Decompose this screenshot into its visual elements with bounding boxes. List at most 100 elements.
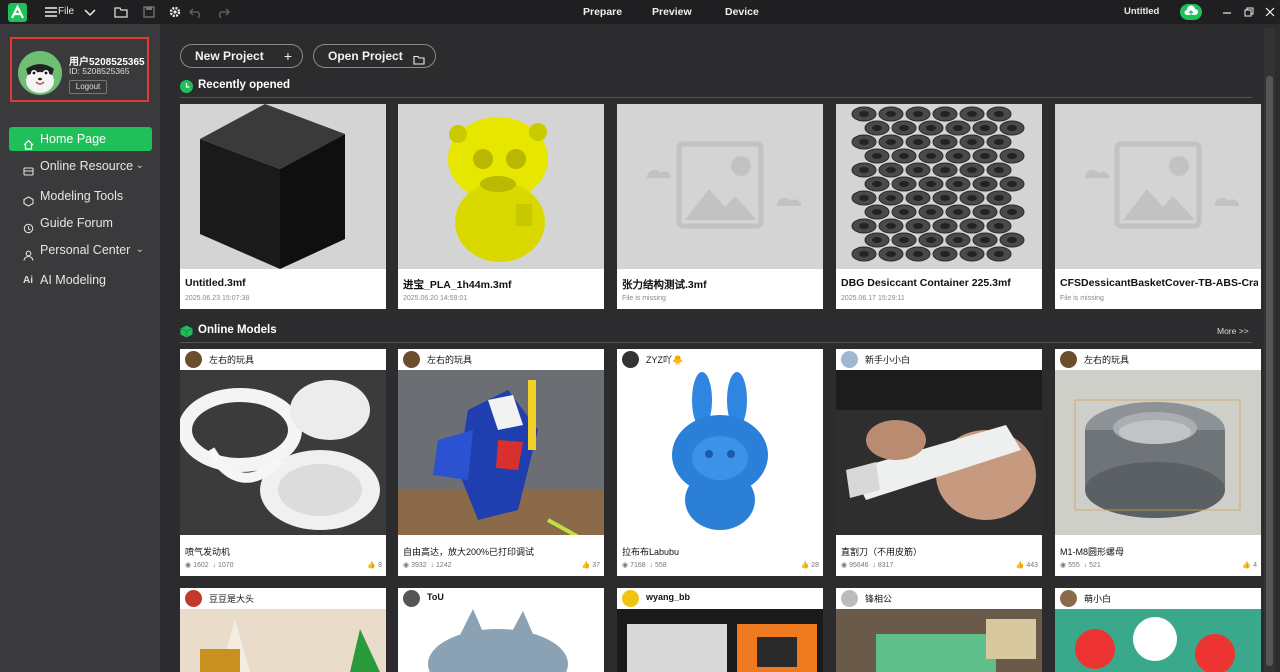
container-hole: [980, 181, 990, 187]
title-bar: File Prepare Preview Device Untitled: [0, 0, 1280, 24]
container-hole: [994, 139, 1004, 145]
redo-icon[interactable]: [216, 5, 230, 19]
avatar[interactable]: [18, 51, 62, 95]
views-count: 1602: [193, 562, 209, 569]
online-model-card[interactable]: 豆豆是大头: [180, 588, 386, 672]
new-project-button[interactable]: New Project +: [180, 44, 303, 68]
author-name: 豆豆是大头: [209, 594, 255, 604]
container-hole: [886, 111, 896, 117]
container-hole: [1007, 125, 1017, 131]
container-hole: [980, 125, 990, 131]
likes[interactable]: 👍 4: [1242, 561, 1257, 569]
container-hole: [967, 111, 977, 117]
model-image: [1055, 609, 1261, 672]
container-hole: [899, 181, 909, 187]
downloads-count: 558: [654, 562, 667, 569]
open-project-label: Open Project: [328, 49, 403, 63]
container-hole: [859, 195, 869, 201]
chevron-down-icon[interactable]: [83, 5, 97, 19]
online-model-card[interactable]: 锋相公: [836, 588, 1042, 672]
minimize-icon[interactable]: [1220, 5, 1234, 19]
online-model-card[interactable]: wyang_bb: [617, 588, 823, 672]
tab-prepare[interactable]: Prepare: [583, 0, 622, 24]
recent-project-card[interactable]: DBG Desiccant Container 225.3mf 2025.06.…: [836, 104, 1042, 309]
user-card[interactable]: 用户5208525365 ID: 5208525365 Logout: [10, 37, 149, 102]
model-image: [180, 370, 386, 535]
cloud-upload-icon[interactable]: [1180, 4, 1202, 20]
undo-icon[interactable]: [189, 5, 203, 19]
model-stats: ◉ 3932 ↓ 1242: [403, 562, 452, 569]
likes[interactable]: 👍 28: [801, 561, 819, 569]
sidebar-item-online-resource[interactable]: Online Resource ⌄: [9, 154, 152, 178]
container-hole: [953, 237, 963, 243]
model-stats: ◉ 555 ↓ 521: [1060, 562, 1101, 569]
tab-device[interactable]: Device: [725, 0, 759, 24]
gear-icon[interactable]: [168, 5, 182, 19]
logout-button[interactable]: Logout: [69, 80, 107, 94]
project-date: 2025.06.17 15:29:11: [841, 295, 905, 302]
avatar: [1060, 351, 1077, 368]
restore-icon[interactable]: [1242, 5, 1256, 19]
sidebar-item-home[interactable]: Home Page: [9, 127, 152, 151]
container-hole: [886, 139, 896, 145]
globe-icon: [23, 161, 34, 176]
recent-project-card[interactable]: 进宝_PLA_1h44m.3mf 2025.06.20 14:59:01: [398, 104, 604, 309]
scrollbar[interactable]: [1266, 76, 1273, 666]
recent-project-card[interactable]: 张力结构测试.3mf File is missing: [617, 104, 823, 309]
sidebar-item-modeling-tools[interactable]: Modeling Tools: [9, 184, 152, 208]
open-folder-icon[interactable]: [114, 5, 128, 19]
likes[interactable]: 👍 37: [582, 561, 600, 569]
likes[interactable]: 👍 8: [367, 561, 382, 569]
downloads-count: 1070: [217, 562, 234, 569]
recent-project-card[interactable]: Untitled.3mf 2025.06.23 15:07:38: [180, 104, 386, 309]
model-stats: ◉ 7168 ↓ 558: [622, 562, 667, 569]
sidebar-item-personal-center[interactable]: Personal Center ⌄: [9, 238, 152, 262]
model-author: ToU: [398, 588, 604, 609]
container-hole: [994, 223, 1004, 229]
container-hole: [899, 153, 909, 159]
sidebar-item-label: AI Modeling: [40, 273, 107, 287]
container-hole: [967, 139, 977, 145]
online-model-card[interactable]: ZYZ吖🐥 拉布布Labubu ◉ 7168 ↓ 558 👍 28: [617, 349, 823, 576]
sidebar-item-guide-forum[interactable]: Guide Forum: [9, 211, 152, 235]
project-status: File is missing: [622, 295, 666, 302]
online-model-card[interactable]: 左右的玩具 M1-M8圆形螺母 ◉ 555 ↓ 521 👍 4: [1055, 349, 1261, 576]
sidebar-item-ai-modeling[interactable]: Ai AI Modeling: [9, 268, 152, 292]
avatar: [622, 590, 639, 607]
online-model-card[interactable]: 左右的玩具 自由高达，放大200%已打印调试 ◉ 3932 ↓ 1242 👍 3…: [398, 349, 604, 576]
model-image: [1055, 370, 1261, 535]
online-model-card[interactable]: 新手小小白 直割刀（不用皮筋） ◉ 95646 ↓ 8317 👍 443: [836, 349, 1042, 576]
views-count: 3932: [411, 562, 427, 569]
user-id: ID: 5208525365: [69, 66, 130, 76]
online-model-card[interactable]: ToU: [398, 588, 604, 672]
project-name: 张力结构测试.3mf: [622, 279, 707, 291]
model-author: 锋相公: [836, 588, 1042, 609]
file-menu[interactable]: File: [58, 0, 74, 24]
container-hole: [886, 195, 896, 201]
model-image: [836, 370, 1042, 535]
tab-preview[interactable]: Preview: [652, 0, 692, 24]
open-project-button[interactable]: Open Project: [313, 44, 436, 68]
close-icon[interactable]: [1263, 5, 1277, 19]
container-hole: [953, 181, 963, 187]
project-name: CFSDessicantBasketCover-TB-ABS-CrashBugV…: [1060, 277, 1258, 289]
menu-icon[interactable]: [44, 5, 58, 19]
model-name: M1-M8圆形螺母: [1060, 547, 1125, 557]
online-model-card[interactable]: 左右的玩具 喷气发动机 ◉ 1602 ↓ 1070 👍 8: [180, 349, 386, 576]
avatar: [841, 590, 858, 607]
avatar: [622, 351, 639, 368]
likes[interactable]: 👍 443: [1016, 561, 1038, 569]
recent-project-card[interactable]: CFSDessicantBasketCover-TB-ABS-CrashBugV…: [1055, 104, 1261, 309]
save-icon[interactable]: [142, 5, 156, 19]
avatar: [841, 351, 858, 368]
container-hole: [859, 223, 869, 229]
container-hole: [899, 125, 909, 131]
more-link[interactable]: More >>: [1217, 326, 1249, 336]
model-name: 直割刀（不用皮筋）: [841, 547, 923, 557]
online-model-card[interactable]: 萌小白: [1055, 588, 1261, 672]
new-project-label: New Project: [195, 49, 264, 63]
sidebar-item-label: Home Page: [40, 132, 107, 146]
model-image: [617, 609, 823, 672]
container-hole: [913, 251, 923, 257]
container-hole: [859, 167, 869, 173]
